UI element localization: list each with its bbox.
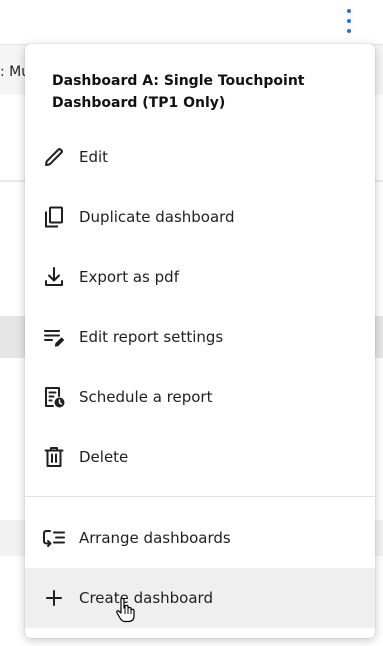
- menu-item-delete[interactable]: Delete: [25, 427, 375, 487]
- download-icon: [42, 265, 66, 289]
- copy-icon: [42, 205, 66, 229]
- more-options-icon[interactable]: [340, 9, 358, 33]
- menu-item-schedule-report[interactable]: Schedule a report: [25, 367, 375, 427]
- menu-item-label: Edit: [79, 148, 109, 166]
- menu-item-label: Arrange dashboards: [79, 529, 231, 547]
- menu-item-label: Schedule a report: [79, 388, 213, 406]
- menu-item-label: Delete: [79, 448, 129, 466]
- menu-item-label: Export as pdf: [79, 268, 179, 286]
- dashboard-options-menu: Dashboard A: Single Touchpoint Dashboard…: [25, 44, 375, 638]
- plus-icon: [42, 586, 66, 610]
- trash-icon: [42, 445, 66, 469]
- hand-cursor-icon: [115, 597, 137, 623]
- arrange-icon: [42, 526, 66, 550]
- menu-item-create-dashboard[interactable]: Create dashboard: [25, 568, 375, 628]
- pencil-icon: [42, 145, 66, 169]
- schedule-report-icon: [42, 385, 66, 409]
- menu-item-label: Duplicate dashboard: [79, 208, 235, 226]
- menu-item-arrange-dashboards[interactable]: Arrange dashboards: [25, 508, 375, 568]
- menu-item-edit-report-settings[interactable]: Edit report settings: [25, 307, 375, 367]
- menu-item-label: Create dashboard: [79, 589, 213, 607]
- menu-item-duplicate-dashboard[interactable]: Duplicate dashboard: [25, 187, 375, 247]
- menu-divider: [25, 496, 375, 497]
- menu-item-edit[interactable]: Edit: [25, 127, 375, 187]
- menu-title: Dashboard A: Single Touchpoint Dashboard…: [52, 73, 305, 111]
- top-bar: [0, 0, 383, 45]
- menu-item-export-pdf[interactable]: Export as pdf: [25, 247, 375, 307]
- menu-item-label: Edit report settings: [79, 328, 224, 346]
- report-settings-icon: [42, 325, 66, 349]
